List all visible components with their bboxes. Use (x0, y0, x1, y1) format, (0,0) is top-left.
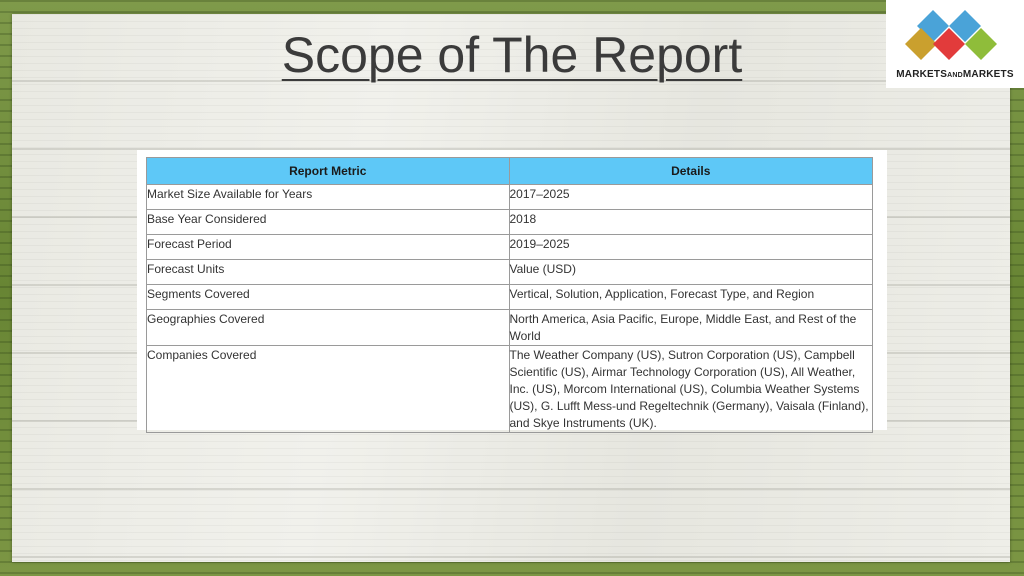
table-header-row: Report Metric Details (146, 157, 873, 185)
table-row: Geographies Covered North America, Asia … (146, 309, 873, 346)
metric-cell: Forecast Period (146, 234, 510, 260)
details-cell: Vertical, Solution, Application, Forecas… (508, 284, 873, 310)
metric-cell: Segments Covered (146, 284, 510, 310)
metric-cell: Geographies Covered (146, 309, 510, 346)
table-row: Market Size Available for Years 2017–202… (146, 184, 873, 210)
slide-title: Scope of The Report (281, 27, 743, 83)
details-cell: Value (USD) (508, 259, 873, 285)
column-header-details: Details (508, 157, 873, 185)
metric-cell: Market Size Available for Years (146, 184, 510, 210)
details-cell: 2017–2025 (508, 184, 873, 210)
table-row: Segments Covered Vertical, Solution, App… (146, 284, 873, 310)
details-cell: 2019–2025 (508, 234, 873, 260)
metric-cell: Base Year Considered (146, 209, 510, 235)
table-row: Forecast Units Value (USD) (146, 259, 873, 285)
metric-cell: Companies Covered (146, 345, 510, 433)
table-row: Forecast Period 2019–2025 (146, 234, 873, 260)
details-cell: 2018 (508, 209, 873, 235)
marketsandmarkets-logo: MARKETSANDMARKETS (886, 0, 1024, 88)
logo-diamonds-icon (905, 10, 997, 60)
report-scope-table: Report Metric Details Market Size Availa… (146, 157, 873, 433)
logo-wordmark: MARKETSANDMARKETS (896, 69, 1014, 80)
table-row: Companies Covered The Weather Company (U… (146, 345, 873, 433)
column-header-report-metric: Report Metric (146, 157, 510, 185)
details-cell: The Weather Company (US), Sutron Corpora… (508, 345, 873, 433)
metric-cell: Forecast Units (146, 259, 510, 285)
table-row: Base Year Considered 2018 (146, 209, 873, 235)
report-scope-table-card: Report Metric Details Market Size Availa… (137, 150, 887, 433)
details-cell: North America, Asia Pacific, Europe, Mid… (508, 309, 873, 346)
